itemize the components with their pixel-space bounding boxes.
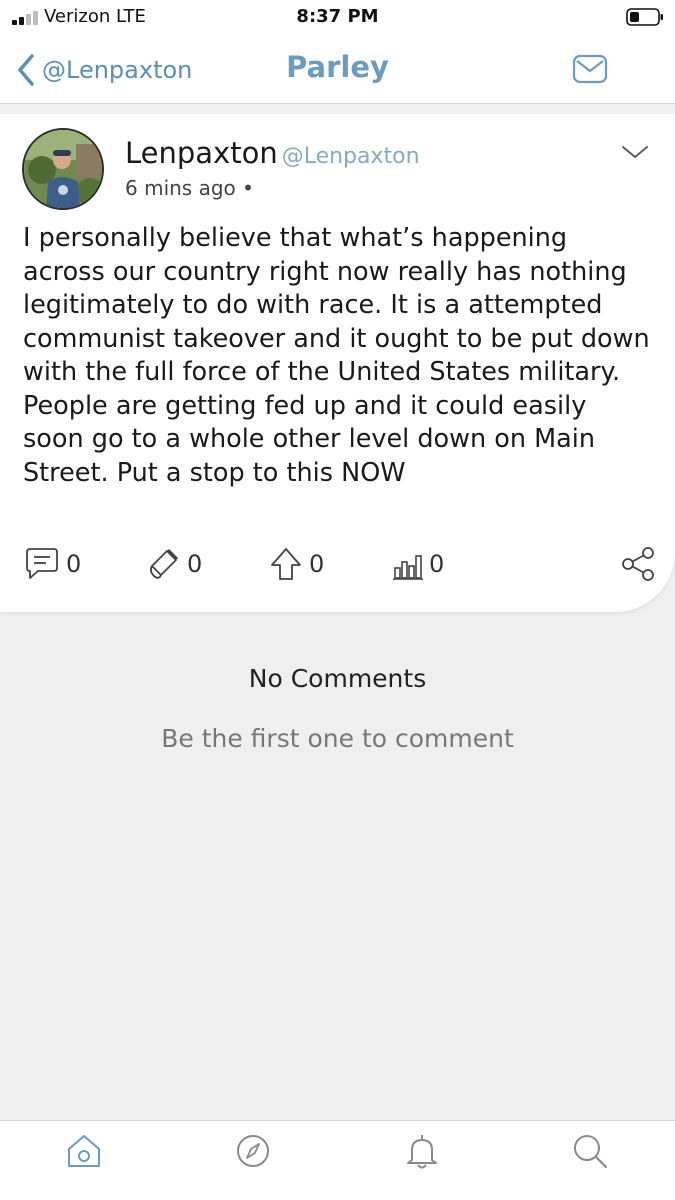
home-icon[interactable] <box>64 1131 104 1171</box>
no-comments-title: No Comments <box>248 664 427 693</box>
upvote-button[interactable]: 0 <box>269 542 324 586</box>
echo-button[interactable]: 0 <box>147 542 202 586</box>
impressions-button[interactable]: 0 <box>393 542 444 586</box>
mail-icon[interactable] <box>571 52 609 86</box>
echo-count: 0 <box>187 550 203 578</box>
bell-icon[interactable] <box>402 1131 442 1171</box>
comment-count: 0 <box>66 550 82 578</box>
share-icon <box>622 547 654 581</box>
compass-icon[interactable] <box>233 1131 273 1171</box>
author-name[interactable]: Lenpaxton @Lenpaxton <box>125 136 420 170</box>
chevron-down-icon[interactable] <box>620 142 650 162</box>
no-comments-subtitle: Be the first one to comment <box>161 724 514 753</box>
author-handle[interactable]: @Lenpaxton <box>282 144 420 169</box>
post-body: I personally believe that what’s happeni… <box>23 223 650 488</box>
search-icon[interactable] <box>570 1131 610 1171</box>
bar-chart-icon <box>393 555 423 580</box>
upvote-arrow-icon <box>271 548 301 580</box>
share-button[interactable] <box>620 542 656 586</box>
battery-icon <box>626 8 663 26</box>
clock: 8:37 PM <box>296 6 379 27</box>
megaphone-icon <box>149 548 179 579</box>
avatar[interactable] <box>22 128 104 210</box>
author-display-name[interactable]: Lenpaxton <box>125 136 278 170</box>
nav-bar: @Lenpaxton Parley <box>0 36 675 104</box>
status-bar: Verizon LTE 8:37 PM <box>0 0 675 36</box>
upvote-count: 0 <box>309 550 325 578</box>
tab-bar <box>0 1120 675 1200</box>
impressions-count: 0 <box>429 550 445 578</box>
post-timestamp: 6 mins ago • <box>125 176 254 200</box>
avatar-photo <box>24 130 102 208</box>
post-actions: 0 0 0 0 <box>0 542 675 586</box>
post-card: Lenpaxton @Lenpaxton 6 mins ago • I perso… <box>0 114 675 612</box>
comment-icon <box>26 548 58 579</box>
comment-button[interactable]: 0 <box>24 542 81 586</box>
